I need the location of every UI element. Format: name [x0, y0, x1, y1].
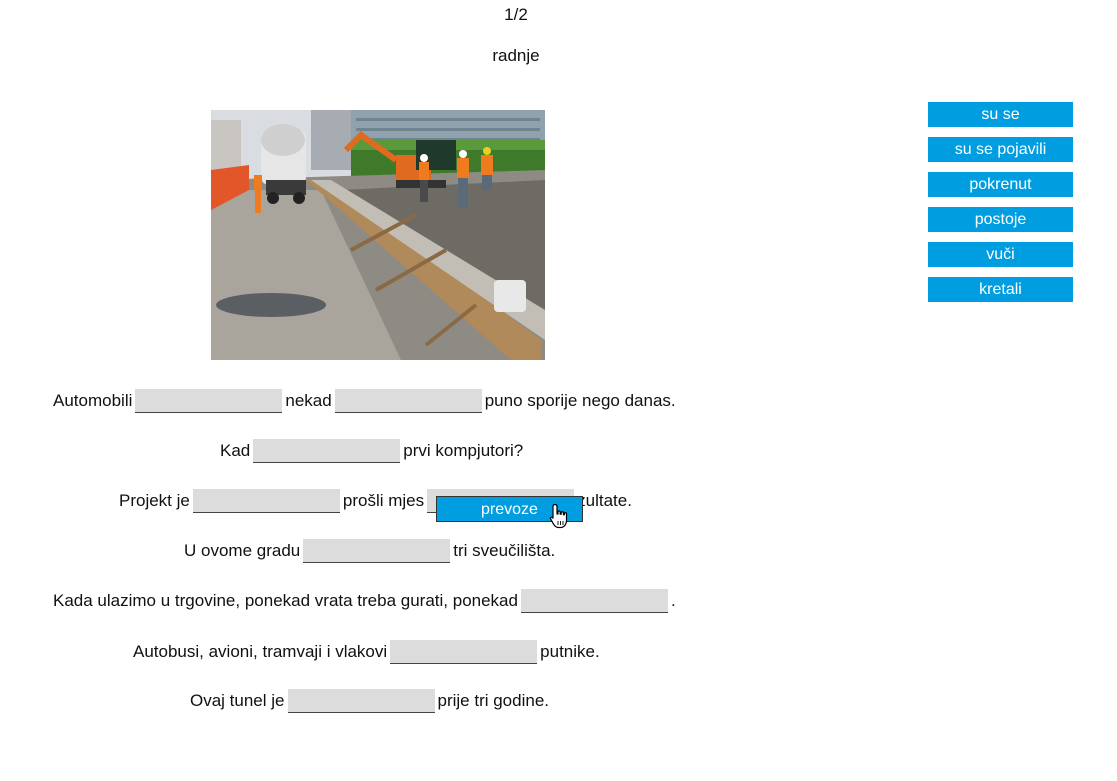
sentence-text: prije tri godine.: [437, 691, 550, 710]
word-chip[interactable]: vuči: [928, 242, 1073, 267]
sentence-text: puno sporije nego danas.: [484, 391, 676, 410]
sentence-text: prošli mjes: [342, 491, 425, 510]
hand-pointer-icon: [549, 503, 568, 529]
word-chip[interactable]: su se: [928, 102, 1073, 127]
sentence-text: Kada ulazimo u trgovine, ponekad vrata t…: [53, 591, 518, 610]
word-chip[interactable]: postoje: [928, 207, 1073, 232]
answer-blank[interactable]: [520, 589, 668, 613]
sentence-text: tri sveučilišta.: [453, 541, 556, 560]
sentence-7: Ovaj tunel je prije tri godine.: [190, 689, 549, 713]
sentence-2: Kad prvi kompjutori?: [220, 439, 523, 463]
answer-blank[interactable]: [135, 389, 283, 413]
word-chip[interactable]: pokrenut: [928, 172, 1073, 197]
exercise-page: 1/2 radnje su se su se pojavili pokrenut…: [0, 0, 1117, 781]
word-bank: su se su se pojavili pokrenut postoje vu…: [928, 102, 1073, 312]
sentence-4: U ovome gradu tri sveučilišta.: [184, 539, 555, 563]
sentence-text: putnike.: [540, 642, 600, 661]
sentence-text: nekad: [285, 391, 332, 410]
sentence-6: Autobusi, avioni, tramvaji i vlakovi putn…: [133, 640, 600, 664]
sentence-text: Automobili: [53, 391, 133, 410]
word-chip[interactable]: su se pojavili: [928, 137, 1073, 162]
sentence-1: Automobili nekad puno sporije nego danas.: [53, 389, 676, 413]
sentence-text: Autobusi, avioni, tramvaji i vlakovi: [133, 642, 388, 661]
exercise-title: radnje: [492, 46, 540, 65]
sentence-text: prvi kompjutori?: [403, 441, 524, 460]
sentence-text: Projekt je: [119, 491, 190, 510]
sentence-text: U ovome gradu: [184, 541, 301, 560]
sentence-text: zultate.: [577, 491, 632, 510]
sentence-text: Kad: [220, 441, 251, 460]
sentence-5: Kada ulazimo u trgovine, ponekad vrata t…: [53, 589, 676, 613]
construction-photo: [211, 110, 545, 360]
answer-blank[interactable]: [303, 539, 451, 563]
page-counter: 1/2: [504, 5, 528, 24]
word-chip[interactable]: kretali: [928, 277, 1073, 302]
sentence-text: .: [670, 591, 676, 610]
answer-blank[interactable]: [192, 489, 340, 513]
answer-blank[interactable]: [287, 689, 435, 713]
answer-blank[interactable]: [390, 640, 538, 664]
answer-blank[interactable]: [334, 389, 482, 413]
answer-blank[interactable]: [253, 439, 401, 463]
sentence-text: Ovaj tunel je: [190, 691, 285, 710]
